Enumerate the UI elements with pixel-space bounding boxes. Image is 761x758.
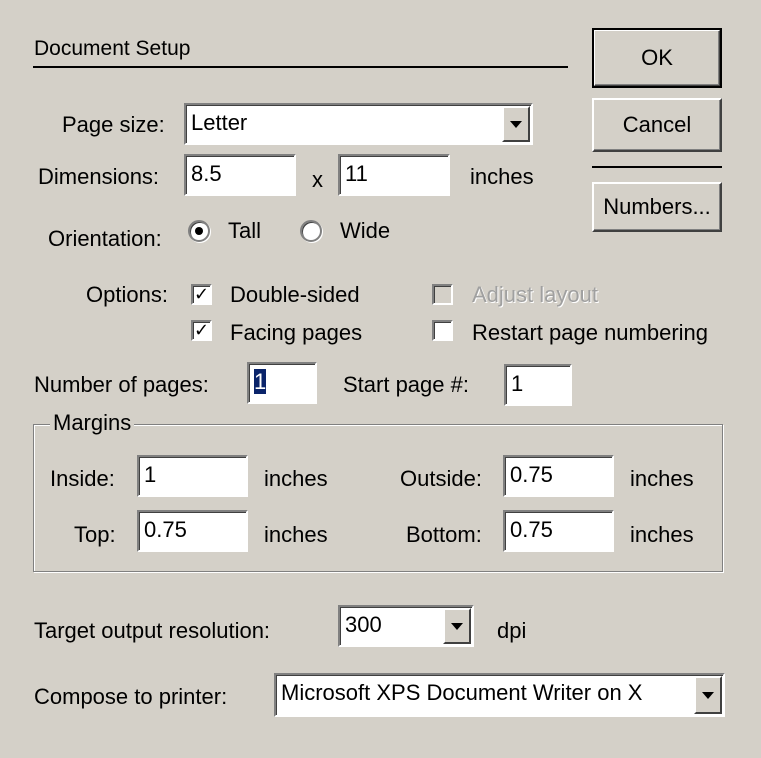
buttons-separator: [592, 166, 722, 168]
chevron-down-icon[interactable]: [502, 106, 530, 142]
num-pages-input[interactable]: 1: [247, 362, 317, 404]
height-value: 11: [345, 161, 368, 186]
adjust-layout-checkbox[interactable]: [432, 284, 453, 305]
resolution-dropdown[interactable]: 300: [338, 605, 474, 647]
outside-value: 0.75: [510, 462, 553, 487]
options-label: Options:: [86, 282, 168, 307]
inside-value: 1: [144, 462, 157, 487]
width-value: 8.5: [191, 161, 222, 186]
dialog-title: Document Setup: [34, 37, 191, 60]
inside-unit: inches: [264, 466, 328, 491]
printer-dropdown[interactable]: Microsoft XPS Document Writer on X: [274, 673, 725, 717]
num-pages-value: 1: [254, 369, 267, 394]
facing-pages-label[interactable]: Facing pages: [230, 320, 362, 346]
printer-label: Compose to printer:: [34, 684, 228, 709]
height-input[interactable]: 11: [338, 154, 450, 196]
numbers-button[interactable]: Numbers...: [592, 182, 722, 232]
start-page-label: Start page #:: [343, 372, 469, 397]
inside-input[interactable]: 1: [137, 455, 248, 497]
inside-label: Inside:: [50, 466, 115, 491]
resolution-value: 300: [345, 612, 382, 637]
top-unit: inches: [264, 522, 328, 547]
width-input[interactable]: 8.5: [184, 154, 296, 196]
radio-tall-label[interactable]: Tall: [228, 218, 261, 244]
start-page-value: 1: [511, 371, 524, 396]
printer-value: Microsoft XPS Document Writer on X: [281, 680, 643, 705]
outside-unit: inches: [630, 466, 694, 491]
dimensions-unit: inches: [470, 164, 534, 189]
ok-button[interactable]: OK: [592, 28, 722, 88]
bottom-label: Bottom:: [406, 522, 482, 547]
restart-numbering-checkbox[interactable]: [432, 320, 453, 341]
title-underline: [33, 66, 568, 68]
outside-input[interactable]: 0.75: [503, 455, 614, 497]
page-size-dropdown[interactable]: Letter: [184, 103, 533, 145]
dimensions-separator: x: [312, 167, 323, 192]
adjust-layout-label[interactable]: Adjust layout: [472, 282, 598, 308]
resolution-label: Target output resolution:: [34, 618, 271, 643]
outside-label: Outside:: [400, 466, 482, 491]
orientation-label: Orientation:: [48, 226, 162, 251]
radio-tall[interactable]: [188, 220, 210, 242]
resolution-unit: dpi: [497, 618, 527, 643]
chevron-down-icon[interactable]: [443, 608, 471, 644]
top-input[interactable]: 0.75: [137, 510, 248, 552]
page-size-label: Page size:: [62, 112, 165, 137]
top-label: Top:: [74, 522, 116, 547]
radio-wide-label[interactable]: Wide: [340, 218, 390, 244]
bottom-input[interactable]: 0.75: [503, 510, 614, 552]
facing-pages-checkbox[interactable]: ✓: [191, 320, 212, 341]
bottom-value: 0.75: [510, 517, 553, 542]
restart-numbering-label[interactable]: Restart page numbering: [472, 320, 708, 346]
double-sided-checkbox[interactable]: ✓: [191, 284, 212, 305]
radio-wide[interactable]: [300, 220, 322, 242]
cancel-button[interactable]: Cancel: [592, 98, 722, 152]
dimensions-label: Dimensions:: [38, 164, 160, 189]
chevron-down-icon[interactable]: [694, 676, 722, 714]
top-value: 0.75: [144, 517, 187, 542]
num-pages-label: Number of pages:: [34, 372, 209, 397]
bottom-unit: inches: [630, 522, 694, 547]
double-sided-label[interactable]: Double-sided: [230, 282, 360, 308]
margins-legend: Margins: [50, 410, 135, 436]
start-page-input[interactable]: 1: [504, 364, 572, 406]
page-size-value: Letter: [191, 110, 248, 135]
